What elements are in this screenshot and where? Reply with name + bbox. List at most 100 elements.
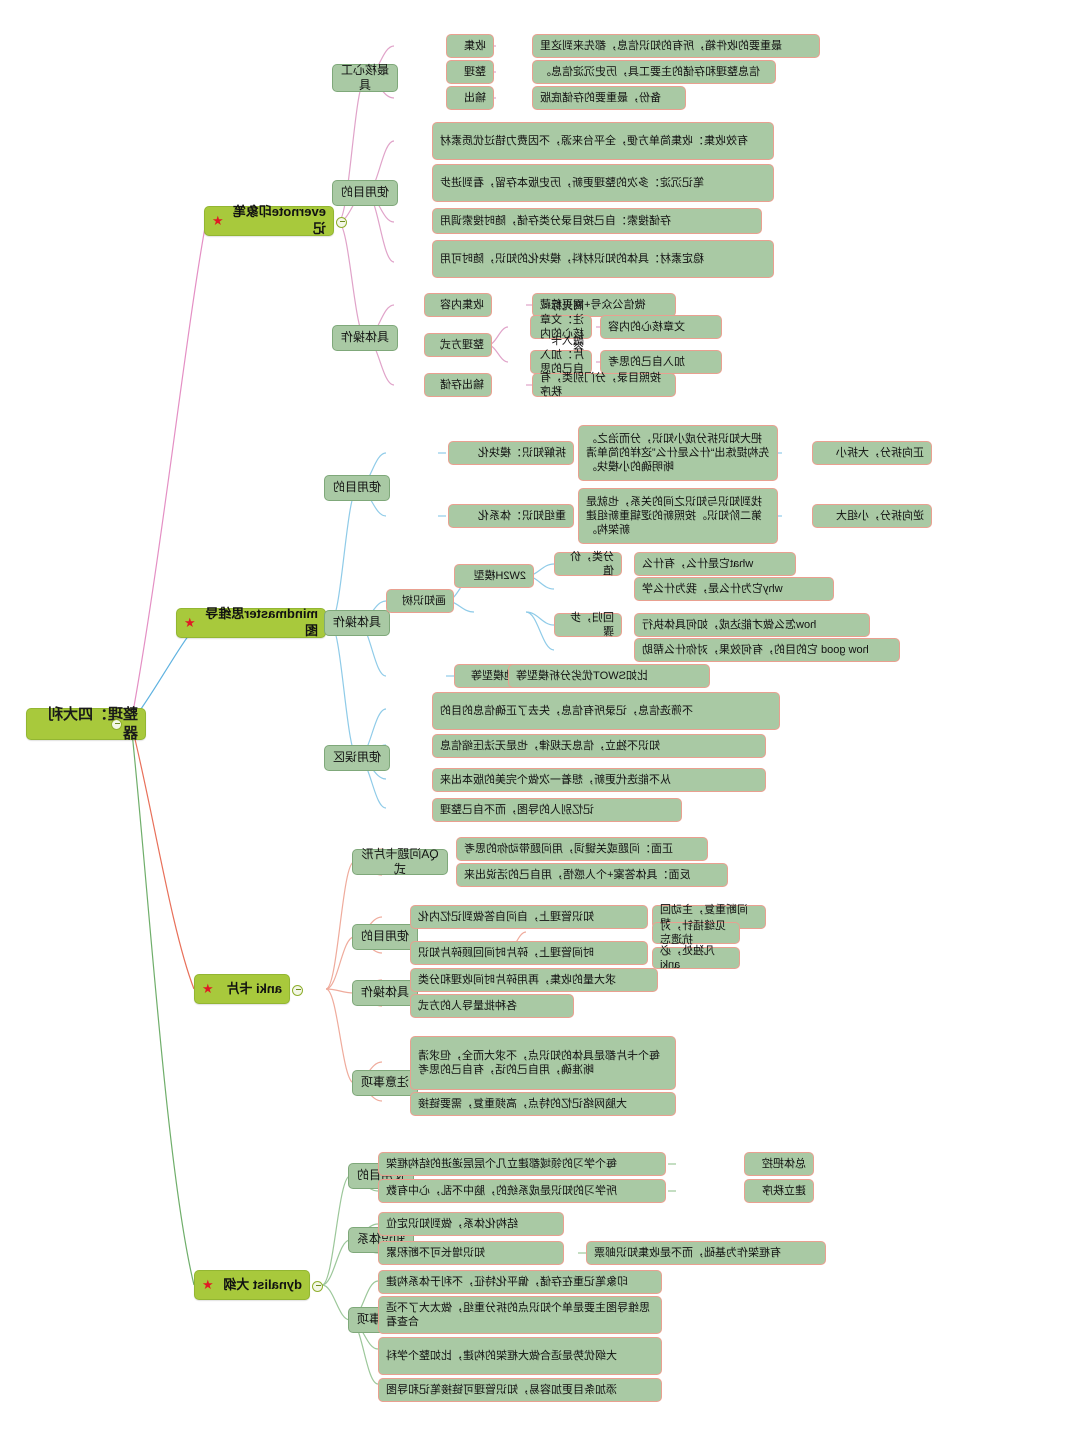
branch-anki[interactable]: anki 卡片 ★	[194, 974, 290, 1004]
anki-purpose-1-tag-1[interactable]: 凡独处，必anki	[652, 945, 740, 971]
mindmaster-group-purpose[interactable]: 使用目的	[324, 475, 390, 501]
anki-note-0[interactable]: 每个卡片都是具体的知识点，不求大而全，但求清晰准确，用自己的话，有自己的思考	[410, 1036, 676, 1090]
item-label: 分类，价值	[570, 550, 614, 577]
item-desc: 各种批量导人的方式	[418, 999, 517, 1012]
mindmaster-purpose-0-label[interactable]: 拆解知识：模块化	[448, 441, 574, 465]
group-label: 使用误区	[333, 750, 382, 765]
mindmaster-2w2h-1-0[interactable]: how怎么做才能达成，如何具体执行	[634, 613, 870, 637]
evernote-core-item-2[interactable]: 输出	[446, 86, 494, 110]
mindmaster-purpose-1-label[interactable]: 重组知识：体系化	[448, 504, 574, 528]
dynalist-system-1-tag[interactable]: 有框架作为基础，而不是收集知识邮票	[586, 1241, 826, 1265]
item-desc: 从不能迭代更新，想着一次做个完美的版本出来	[440, 773, 671, 786]
evernote-core-item-1[interactable]: 整理	[446, 60, 494, 84]
evernote-group-core-tool[interactable]: 最核心工具	[332, 63, 398, 92]
evernote-op-sub-0-desc[interactable]: 文章核心的内容	[600, 315, 722, 339]
mindmaster-purpose-0-tag[interactable]: 正向拆分，大拆小	[812, 441, 932, 465]
anki-group-qa[interactable]: QA问题卡片形式	[352, 847, 448, 876]
item-label: 整理方式	[440, 338, 484, 351]
mindmaster-pitfall-0[interactable]: 不筛选信息，记录所有信息，失去了正确信息的目的	[432, 692, 780, 730]
mindmaster-2w2h-0-0[interactable]: what它是什么，有什么	[634, 552, 796, 576]
mindmap-canvas: 整理：四大利器 evernote印象笔记 ★ 最核心工具 使用目的 具体操作 收…	[0, 0, 1066, 1450]
group-label: 注意事项	[361, 1075, 410, 1090]
mindmaster-purpose-1-desc[interactable]: 找到知识与知识之间的关系，也就是第二阶知识。按照新的逻辑重新组建新架构。	[578, 488, 778, 544]
item-desc: 每个卡片都是具体的知识点，不求大而全，但求清晰准确，用自己的话，有自己的思考	[418, 1049, 660, 1076]
mindmaster-pitfall-3[interactable]: 记忆别人的导图，而不自己整理	[432, 798, 682, 822]
item-desc: 文章核心的内容	[608, 320, 685, 333]
branch-dynalist[interactable]: dynalist 大纲 ★	[194, 1270, 310, 1300]
anki-group-operation[interactable]: 具体操作	[352, 980, 418, 1006]
item-desc: 正面：问题或关键词，用问题带动你的思考	[464, 842, 673, 855]
dynalist-system-0[interactable]: 结构化体系，做到知识定位	[378, 1212, 564, 1236]
mindmaster-2w2h-0-1[interactable]: why它为什么是，我为什么学	[634, 577, 834, 601]
evernote-core-desc-0[interactable]: 最重要的收件箱，所有的知识信息，都先来到这里	[532, 34, 820, 58]
dynalist-purpose-0-tag[interactable]: 总体把控	[744, 1152, 814, 1176]
anki-qa-0[interactable]: 正面：问题或关键词，用问题带动你的思考	[456, 837, 708, 861]
anki-purpose-1-tag-0[interactable]: 见缝插针，对抗遗忘	[652, 920, 740, 946]
item-desc: 知识增长可不断积累	[386, 1246, 485, 1259]
evernote-op-desc-2[interactable]: 按照目录，分门别类，有秩序	[532, 372, 676, 398]
item-desc: 大脑网络记忆的特点，高频重复，需要链接	[418, 1097, 627, 1110]
dynalist-note-3[interactable]: 添加条目更加容易，知识管理可链接笔记和导图	[378, 1378, 662, 1402]
group-label: 使用目的	[341, 185, 390, 200]
mindmaster-pitfall-2[interactable]: 从不能迭代更新，想着一次做个完美的版本出来	[432, 768, 766, 792]
dynalist-purpose-1[interactable]: 所学习的知识是成系统的，脑中不乱，心中有数	[378, 1179, 666, 1203]
item-label: 重组知识：体系化	[478, 509, 566, 522]
branch-evernote[interactable]: evernote印象笔记 ★	[204, 204, 334, 236]
mindmaster-pitfall-1[interactable]: 知识不独立，信息无规律，也是无法压缩信息	[432, 734, 766, 758]
item-label: 收集	[464, 39, 486, 52]
branch-dynalist-label: dynalist 大纲	[223, 1276, 302, 1292]
dynalist-purpose-1-tag[interactable]: 建立秩序	[744, 1179, 814, 1203]
dynalist-system-1[interactable]: 知识增长可不断积累	[378, 1241, 564, 1265]
evernote-core-desc-1[interactable]: 信息整理和存储的主要工具，历史沉淀信息。	[532, 60, 776, 84]
anki-purpose-1[interactable]: 时间管理上，碎片时间回顾碎片知识	[410, 941, 648, 965]
evernote-group-purpose[interactable]: 使用目的	[332, 180, 398, 206]
anki-qa-1[interactable]: 反面：具体答案+个人感悟，用自己的活说出来	[456, 863, 728, 887]
mindmaster-group-operation[interactable]: 具体操作	[324, 610, 390, 636]
collapse-evernote[interactable]	[336, 217, 347, 228]
evernote-op-2[interactable]: 输出存储	[424, 373, 492, 397]
item-label: 回归，步骤	[570, 611, 614, 638]
dynalist-note-0[interactable]: 印象笔记重在存储，偏平化特征，不利于体系构建	[378, 1270, 662, 1294]
root-collapse-toggle[interactable]	[111, 719, 122, 730]
group-label: 具体操作	[333, 615, 382, 630]
dynalist-purpose-0[interactable]: 每个学习的领域都建立几个层层递进的结构框架	[378, 1152, 666, 1176]
item-desc: 每个学习的领域都建立几个层层递进的结构框架	[386, 1157, 617, 1170]
mindmaster-operation-root[interactable]: 画知识树	[386, 589, 454, 613]
item-desc: 把大知识拆分成小知识，分而治之。先构提炼出“什么是什么”这样的简单清晰明确的小模…	[586, 432, 770, 474]
anki-operation-0[interactable]: 求大量的收集，再用碎片时间收理和分类	[410, 968, 658, 992]
anki-operation-1[interactable]: 各种批量导人的方式	[410, 994, 574, 1018]
evernote-purpose-3[interactable]: 稳定素材：具体的知识材料，模块化的知识，随时可用	[432, 240, 774, 278]
item-desc: 信息整理和存储的主要工具，历史沉淀信息。	[540, 65, 760, 78]
evernote-group-operation[interactable]: 具体操作	[332, 325, 398, 351]
evernote-core-item-0[interactable]: 收集	[446, 34, 494, 58]
mindmaster-purpose-0-desc[interactable]: 把大知识拆分成小知识，分而治之。先构提炼出“什么是什么”这样的简单清晰明确的小模…	[578, 425, 778, 481]
item-label: 输出存储	[440, 378, 484, 391]
evernote-purpose-1[interactable]: 笔记沉淀：多次的整理更新，历史版本存留，看到进步	[432, 164, 774, 202]
anki-group-purpose[interactable]: 使用目的	[352, 924, 418, 950]
anki-purpose-0[interactable]: 知识管理上，自问自答做到记忆内化	[410, 905, 648, 929]
item-desc: 记忆别人的导图，而不自己整理	[440, 803, 594, 816]
root-node[interactable]: 整理：四大利器	[26, 706, 146, 742]
item-desc: 加入自己的思考	[608, 355, 685, 368]
anki-group-notes[interactable]: 注意事项	[352, 1070, 418, 1096]
evernote-op-1[interactable]: 整理方式	[424, 333, 492, 357]
mindmaster-group-pitfalls[interactable]: 使用误区	[324, 745, 390, 771]
mindmaster-purpose-1-tag[interactable]: 逆向拆分，小组大	[812, 504, 932, 528]
collapse-dynalist[interactable]	[312, 1281, 323, 1292]
mindmaster-2w2h-1-1[interactable]: how good 它的目的，有何效果，对你什么帮助	[634, 638, 900, 662]
mindmaster-2w2h-group-0[interactable]: 分类，价值	[554, 550, 622, 577]
item-desc: 存储搜索：自己按目录分类存储，随时搜索调用	[440, 214, 671, 227]
evernote-purpose-0[interactable]: 有效收集：收集简单方便，全平台来源，不因费力错过优质素材	[432, 122, 774, 160]
evernote-purpose-2[interactable]: 存储搜索：自己按目录分类存储，随时搜索调用	[432, 208, 762, 234]
branch-mindmaster[interactable]: mindmaster思维导图 ★	[176, 606, 326, 638]
mindmaster-model-2w2h[interactable]: 2W2H模型	[454, 564, 534, 588]
anki-note-1[interactable]: 大脑网络记忆的特点，高频重复，需要链接	[410, 1092, 676, 1116]
dynalist-note-2[interactable]: 大纲优势是适合做大框架的构建，比如整个学科	[378, 1337, 662, 1375]
evernote-op-0[interactable]: 收集内容	[424, 293, 492, 317]
dynalist-note-1[interactable]: 思维导图主要是单个知识点的拆分重组，做太大了不适合查看	[378, 1296, 662, 1334]
evernote-core-desc-2[interactable]: 备份，最重要的存储底版	[532, 86, 686, 110]
item-desc: 添加条目更加容易，知识管理可链接笔记和导图	[386, 1383, 617, 1396]
mindmaster-other-model-desc[interactable]: 比如SWOT优劣分析模型等	[508, 664, 710, 688]
collapse-anki[interactable]	[292, 985, 303, 996]
mindmaster-2w2h-group-1[interactable]: 回归，步骤	[554, 611, 622, 638]
